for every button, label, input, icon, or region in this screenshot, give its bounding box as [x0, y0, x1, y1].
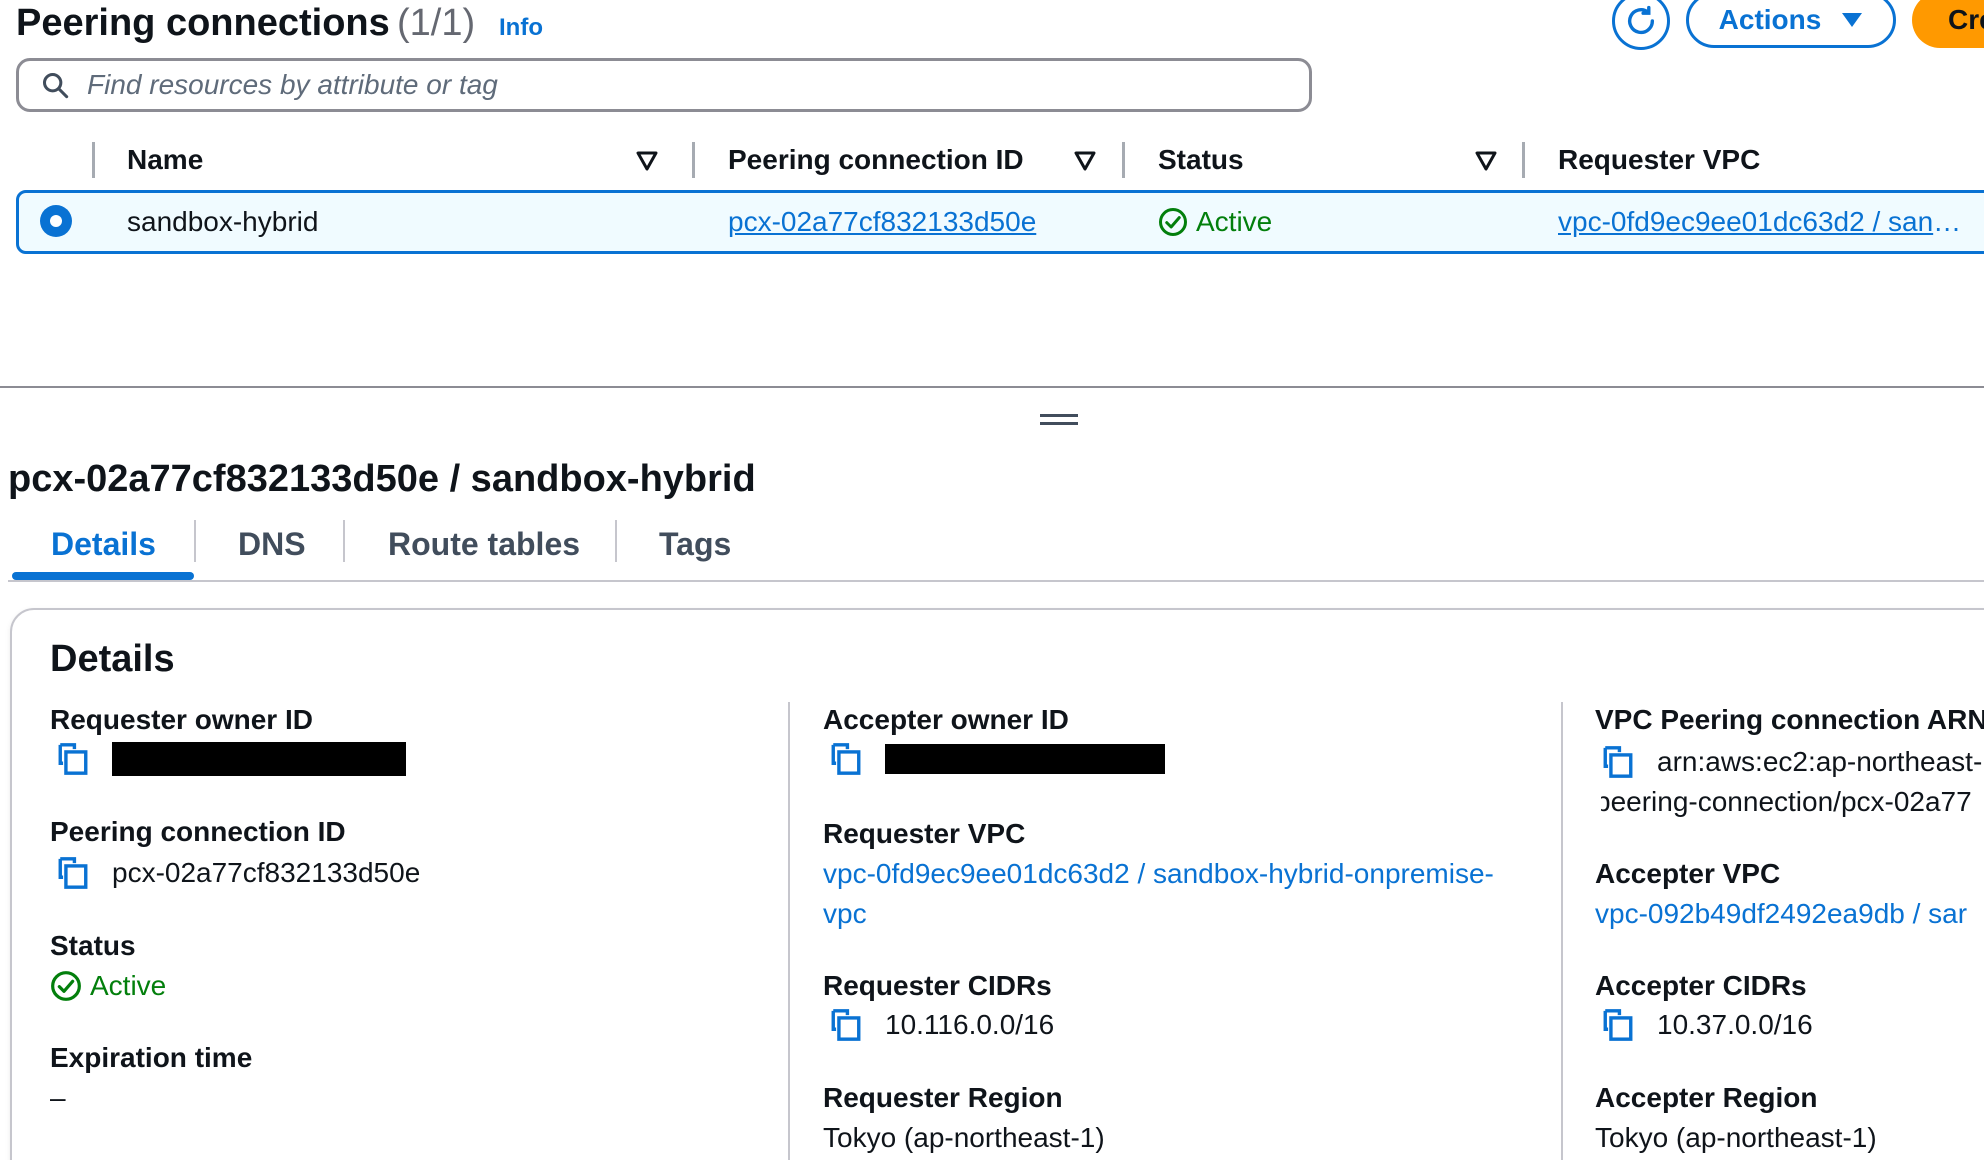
requester-region-label: Requester Region: [823, 1082, 1063, 1113]
check-circle-icon: [1158, 207, 1188, 237]
requester-cidrs-label: Requester CIDRs: [823, 970, 1052, 1001]
copy-icon[interactable]: [829, 742, 863, 776]
arn-text-line2: peering-connection/pcx-02a77: [1601, 786, 1972, 817]
column-divider: [1561, 702, 1563, 1160]
column-divider: [92, 142, 95, 178]
requester-region-value: Tokyo (ap-northeast-1): [823, 1122, 1105, 1153]
row-status-text: Active: [1196, 206, 1273, 237]
accepter-cidrs-text: 10.37.0.0/16: [1657, 1009, 1813, 1040]
accepter-region-value: Tokyo (ap-northeast-1): [1595, 1122, 1877, 1153]
active-tab-indicator: [12, 572, 194, 580]
column-divider[interactable]: [1122, 142, 1125, 178]
tab-route-tables[interactable]: Route tables: [388, 526, 580, 563]
row-status: Active: [1158, 206, 1272, 238]
drag-handle-icon[interactable]: [1040, 414, 1078, 426]
accepter-vpc-link[interactable]: vpc-092b49df2492ea9db / sar: [1595, 898, 1984, 930]
arn-label: VPC Peering connection ARN: [1595, 704, 1984, 735]
copy-icon[interactable]: [829, 1008, 863, 1042]
resource-count: (1/1): [397, 2, 476, 44]
tab-details[interactable]: Details: [51, 526, 156, 563]
requester-owner-value: [56, 742, 406, 776]
accepter-cidrs-value: 10.37.0.0/16: [1601, 1008, 1813, 1042]
search-box[interactable]: [16, 58, 1312, 112]
requester-vpc-link-cont[interactable]: vpc: [823, 894, 1494, 934]
arn-value: arn:aws:ec2:ap-northeast-… peering-conne…: [1601, 742, 1984, 822]
check-circle-icon: [50, 970, 82, 1002]
column-header-status[interactable]: Status: [1158, 144, 1244, 176]
status-label: Status: [50, 930, 136, 961]
status-text: Active: [90, 970, 167, 1001]
copy-icon[interactable]: [1601, 1008, 1635, 1042]
actions-label: Actions: [1718, 4, 1822, 35]
detail-title: pcx-02a77cf832133d50e / sandbox-hybrid: [8, 458, 756, 500]
sort-icon[interactable]: [1475, 150, 1497, 172]
expiration-value: –: [50, 1082, 66, 1113]
actions-button[interactable]: Actions: [1686, 0, 1896, 48]
accepter-vpc-label: Accepter VPC: [1595, 858, 1781, 889]
tab-tags[interactable]: Tags: [659, 526, 731, 563]
row-peering-id-link[interactable]: pcx-02a77cf832133d50e: [728, 206, 1036, 238]
column-header-peering-id[interactable]: Peering connection ID: [728, 144, 1024, 176]
info-link[interactable]: Info: [499, 14, 543, 42]
refresh-icon: [1624, 4, 1658, 38]
requester-vpc-label: Requester VPC: [823, 818, 1026, 849]
panel-title: Details: [50, 638, 175, 680]
caret-down-icon: [1841, 12, 1863, 28]
tab-divider: [615, 520, 617, 562]
column-divider[interactable]: [1522, 142, 1525, 178]
tab-divider: [343, 520, 345, 562]
accepter-region-label: Accepter Region: [1595, 1082, 1818, 1113]
peering-id-value: pcx-02a77cf832133d50e: [56, 856, 420, 890]
split-panel-divider: [0, 386, 1984, 388]
copy-icon[interactable]: [1601, 745, 1635, 779]
peering-id-text: pcx-02a77cf832133d50e: [112, 857, 421, 888]
column-divider[interactable]: [692, 142, 695, 178]
sort-icon[interactable]: [636, 150, 658, 172]
detail-tabs: Details DNS Route tables Tags: [8, 520, 1984, 582]
column-header-name[interactable]: Name: [127, 144, 203, 176]
expiration-label: Expiration time: [50, 1042, 253, 1073]
sort-icon[interactable]: [1074, 150, 1096, 172]
search-icon: [41, 71, 69, 99]
arn-text-line1: arn:aws:ec2:ap-northeast-…: [1657, 746, 1984, 777]
requester-vpc-link[interactable]: vpc-0fd9ec9ee01dc63d2 / sandbox-hybrid-o…: [823, 854, 1494, 894]
column-header-requester-vpc[interactable]: Requester VPC: [1558, 144, 1760, 176]
search-input[interactable]: [87, 69, 1267, 101]
redacted-value: [112, 742, 406, 776]
row-name: sandbox-hybrid: [127, 206, 319, 237]
copy-icon[interactable]: [56, 742, 90, 776]
page-title: Peering connections: [16, 2, 390, 44]
accepter-owner-label: Accepter owner ID: [823, 704, 1069, 735]
status-value: Active: [50, 970, 166, 1002]
tab-dns[interactable]: DNS: [238, 526, 306, 563]
requester-vpc-value: vpc-0fd9ec9ee01dc63d2 / sandbox-hybrid-o…: [823, 854, 1494, 934]
requester-cidrs-value: 10.116.0.0/16: [829, 1008, 1054, 1042]
accepter-owner-value: [829, 742, 1165, 776]
create-peering-button[interactable]: Cre: [1912, 0, 1984, 48]
row-select-radio[interactable]: [40, 205, 72, 237]
column-divider: [788, 702, 790, 1160]
tab-divider: [194, 520, 196, 562]
requester-owner-label: Requester owner ID: [50, 704, 313, 735]
row-requester-vpc-link[interactable]: vpc-0fd9ec9ee01dc63d2 / sand…: [1558, 206, 1968, 238]
refresh-button[interactable]: [1612, 0, 1670, 50]
accepter-cidrs-label: Accepter CIDRs: [1595, 970, 1807, 1001]
requester-cidrs-text: 10.116.0.0/16: [885, 1009, 1055, 1040]
copy-icon[interactable]: [56, 856, 90, 890]
redacted-value: [885, 744, 1165, 774]
peering-id-label: Peering connection ID: [50, 816, 346, 847]
